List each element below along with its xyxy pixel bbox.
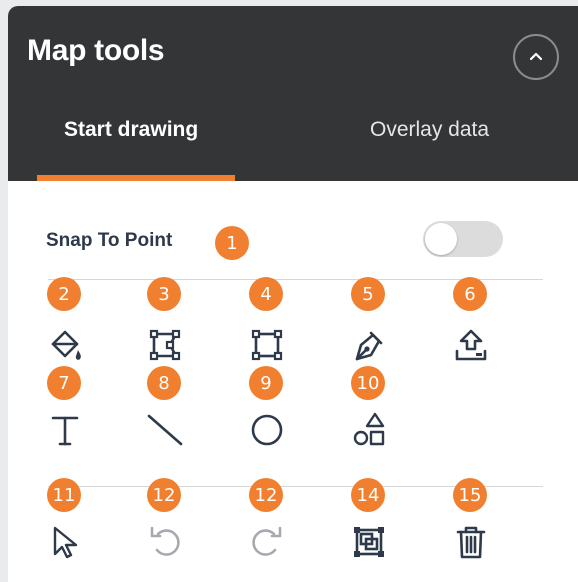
collapse-button[interactable] bbox=[513, 34, 559, 80]
map-tools-panel: Map tools Start drawing Overlay data Sna… bbox=[8, 6, 578, 582]
undo-icon bbox=[150, 526, 180, 556]
callout-badge: 9 bbox=[249, 366, 283, 400]
callout-badge: 11 bbox=[47, 478, 81, 512]
fill-bucket-icon bbox=[51, 330, 81, 360]
polygon-icon bbox=[149, 329, 181, 361]
rectangle-tool-button[interactable] bbox=[245, 323, 289, 367]
callout-badge: 8 bbox=[147, 366, 181, 400]
line-icon bbox=[147, 414, 183, 446]
circle-icon bbox=[251, 414, 283, 446]
shapes-icon bbox=[353, 412, 385, 446]
trash-icon bbox=[456, 526, 486, 559]
callout-badge: 5 bbox=[351, 277, 385, 311]
callout-badge: 15 bbox=[453, 478, 487, 512]
fill-tool-button[interactable] bbox=[43, 323, 87, 367]
redo-icon bbox=[252, 526, 282, 556]
snap-to-point-label: Snap To Point bbox=[46, 230, 173, 251]
callout-badge: 10 bbox=[351, 366, 385, 400]
callout-badge: 14 bbox=[351, 478, 385, 512]
callout-badge: 2 bbox=[47, 277, 81, 311]
group-tool-button[interactable] bbox=[347, 520, 391, 564]
callout-badge: 7 bbox=[47, 366, 81, 400]
shapes-tool-button[interactable] bbox=[347, 408, 391, 452]
pen-icon bbox=[355, 331, 383, 361]
callout-badge: 12 bbox=[249, 478, 283, 512]
group-icon bbox=[354, 527, 384, 557]
rectangle-icon bbox=[251, 329, 283, 361]
callout-badge: 6 bbox=[453, 277, 487, 311]
panel-title: Map tools bbox=[27, 34, 165, 67]
undo-button[interactable] bbox=[143, 520, 187, 564]
chevron-up-icon bbox=[529, 52, 543, 61]
upload-tool-button[interactable] bbox=[449, 323, 493, 367]
callout-badge: 3 bbox=[147, 277, 181, 311]
tab-overlay-data[interactable]: Overlay data bbox=[370, 118, 489, 142]
snap-to-point-toggle[interactable] bbox=[423, 221, 503, 257]
select-pointer-icon bbox=[53, 526, 78, 559]
active-tab-indicator bbox=[37, 175, 235, 181]
callout-badge: 4 bbox=[249, 277, 283, 311]
pen-tool-button[interactable] bbox=[347, 323, 391, 367]
text-icon bbox=[51, 416, 79, 446]
redo-button[interactable] bbox=[245, 520, 289, 564]
upload-icon bbox=[455, 329, 487, 361]
tab-start-drawing[interactable]: Start drawing bbox=[64, 118, 198, 142]
line-tool-button[interactable] bbox=[143, 408, 187, 452]
callout-badge: 12 bbox=[147, 478, 181, 512]
callout-badge: 1 bbox=[215, 226, 249, 260]
circle-tool-button[interactable] bbox=[245, 408, 289, 452]
polygon-tool-button[interactable] bbox=[143, 323, 187, 367]
toggle-knob bbox=[425, 223, 457, 255]
panel-header: Map tools Start drawing Overlay data bbox=[8, 6, 578, 181]
select-tool-button[interactable] bbox=[43, 520, 87, 564]
delete-button[interactable] bbox=[449, 520, 493, 564]
text-tool-button[interactable] bbox=[43, 408, 87, 452]
